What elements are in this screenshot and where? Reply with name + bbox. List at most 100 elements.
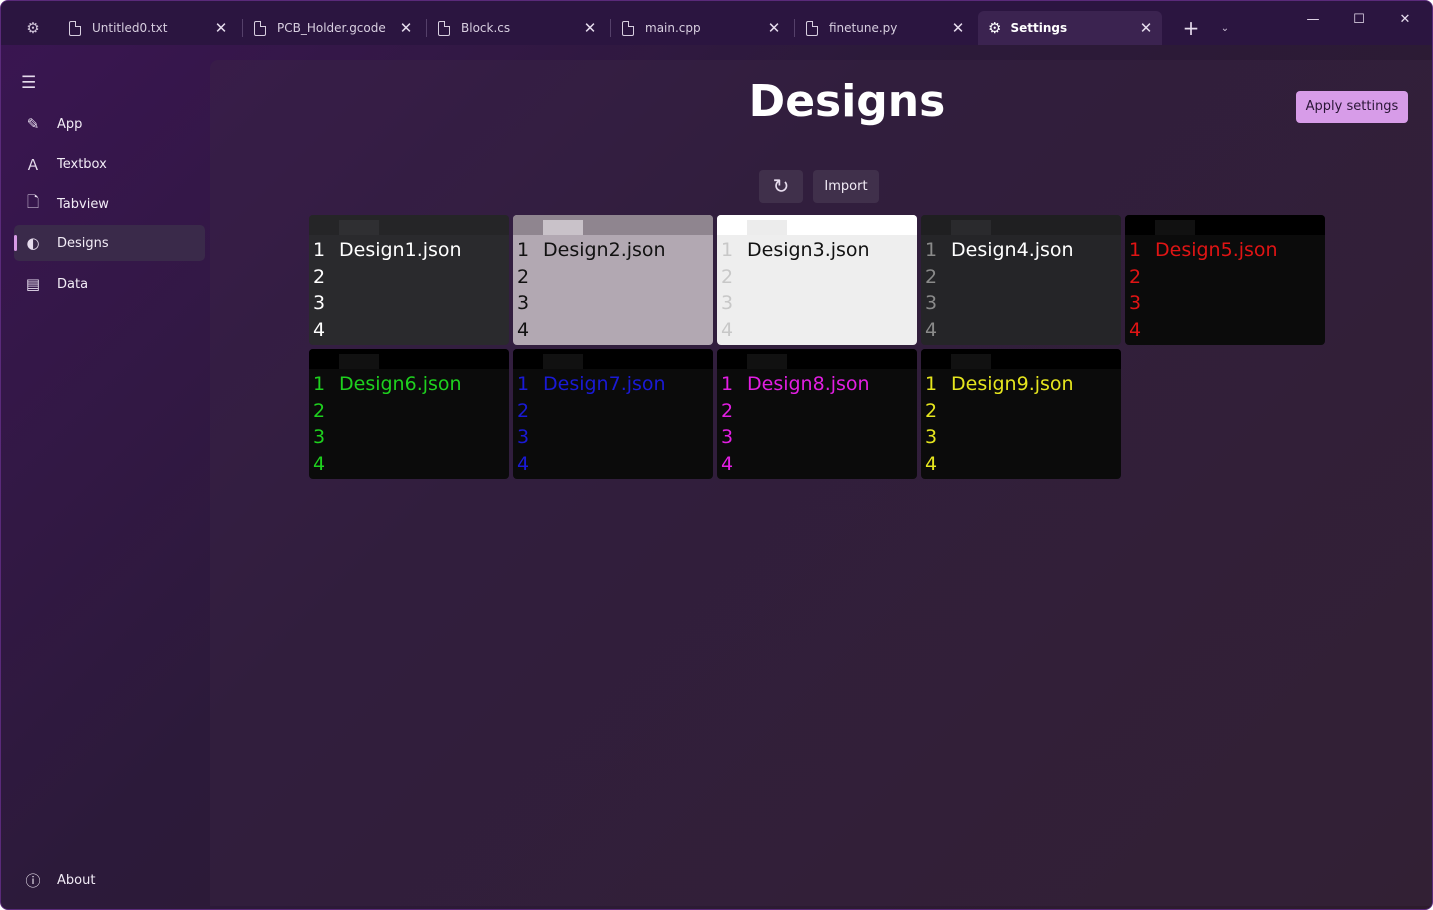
design-preview-tabbar (717, 349, 917, 369)
design-card[interactable]: 1 2 3 4 Design7.json (513, 349, 713, 479)
close-window-button[interactable]: ✕ (1390, 9, 1420, 31)
design-card[interactable]: 1 2 3 4 Design5.json (1125, 215, 1325, 345)
reset-icon[interactable]: ↻ (759, 170, 803, 203)
close-icon[interactable]: ✕ (211, 19, 231, 37)
design-preview-tab (747, 220, 787, 235)
design-card[interactable]: 1 2 3 4 Design6.json (309, 349, 509, 479)
line-numbers: 1 2 3 4 (517, 373, 530, 475)
design-preview-tab (339, 354, 379, 369)
palette-icon: ◐ (26, 234, 40, 252)
design-preview-tabbar (717, 215, 917, 235)
document-icon (438, 20, 450, 36)
sidebar-item-label: Textbox (57, 156, 107, 172)
line-numbers: 1 2 3 4 (925, 373, 938, 475)
apply-settings-button[interactable]: Apply settings (1296, 91, 1408, 123)
design-name: Design9.json (951, 373, 1074, 395)
design-card[interactable]: 1 2 3 4 Design8.json (717, 349, 917, 479)
sidebar-item-label: App (57, 116, 83, 132)
tab-block-cs[interactable]: Block.cs ✕ (426, 11, 606, 45)
settings-content: Designs Apply settings ↻ Import 1 2 3 4 D… (210, 60, 1432, 906)
document-icon (254, 20, 266, 36)
design-preview-tabbar (921, 215, 1121, 235)
sidebar-item-tabview[interactable]: 🗋 Tabview (14, 186, 205, 222)
import-button[interactable]: Import (813, 170, 879, 203)
hamburger-menu-icon[interactable]: ☰ (21, 73, 45, 93)
design-preview-tabbar (1125, 215, 1325, 235)
sidebar-item-app[interactable]: ✎ App (14, 106, 205, 142)
line-numbers: 1 2 3 4 (313, 239, 326, 341)
tab-pcb-holder[interactable]: PCB_Holder.gcode ✕ (242, 11, 422, 45)
tab-label: Block.cs (461, 21, 511, 35)
design-preview-tab (951, 220, 991, 235)
app-window: ⚙ Untitled0.txt ✕ PCB_Holder.gcode ✕ Blo… (0, 0, 1433, 910)
line-numbers: 1 2 3 4 (313, 373, 326, 475)
tab-label: finetune.py (829, 21, 898, 35)
design-preview-tab (339, 220, 379, 235)
document-icon (69, 20, 81, 36)
design-preview-tabbar (309, 215, 509, 235)
close-icon[interactable]: ✕ (764, 19, 784, 37)
close-icon[interactable]: ✕ (396, 19, 416, 37)
info-icon: ⓘ (25, 871, 41, 890)
sidebar: ☰ ✎ App Ａ Textbox 🗋 Tabview ◐ Designs ▤ … (1, 45, 210, 909)
design-card[interactable]: 1 2 3 4 Design2.json (513, 215, 713, 345)
add-tab-icon[interactable]: + (1179, 17, 1203, 41)
chevron-down-icon[interactable]: ⌄ (1215, 19, 1235, 39)
sidebar-item-textbox[interactable]: Ａ Textbox (14, 146, 205, 182)
tab-bar: ⚙ Untitled0.txt ✕ PCB_Holder.gcode ✕ Blo… (1, 1, 1432, 45)
design-card[interactable]: 1 2 3 4 Design1.json (309, 215, 509, 345)
tab-label: Untitled0.txt (92, 21, 168, 35)
design-preview-tab (543, 220, 583, 235)
line-numbers: 1 2 3 4 (517, 239, 530, 341)
line-numbers: 1 2 3 4 (721, 373, 734, 475)
design-name: Design7.json (543, 373, 666, 395)
design-card[interactable]: 1 2 3 4 Design3.json (717, 215, 917, 345)
design-name: Design5.json (1155, 239, 1278, 261)
sidebar-item-about[interactable]: ⓘ About (14, 863, 205, 897)
page-title: Designs (748, 76, 946, 127)
gear-icon: ⚙ (988, 19, 1002, 37)
design-name: Design8.json (747, 373, 870, 395)
document-icon (622, 20, 634, 36)
tab-label: PCB_Holder.gcode (277, 21, 386, 35)
close-icon[interactable]: ✕ (580, 19, 600, 37)
font-size-icon: Ａ (25, 155, 41, 174)
document-icon (806, 20, 818, 36)
tab-finetune-py[interactable]: finetune.py ✕ (794, 11, 974, 45)
tab-label: main.cpp (645, 21, 701, 35)
design-preview-tab (543, 354, 583, 369)
design-card[interactable]: 1 2 3 4 Design4.json (921, 215, 1121, 345)
design-preview-tab (1155, 220, 1195, 235)
tab-label: Settings (1010, 21, 1068, 35)
minimize-button[interactable]: — (1298, 9, 1328, 31)
design-preview-tab (951, 354, 991, 369)
line-numbers: 1 2 3 4 (721, 239, 734, 341)
design-name: Design2.json (543, 239, 666, 261)
design-name: Design4.json (951, 239, 1074, 261)
design-preview-tab (747, 354, 787, 369)
data-icon: ▤ (25, 275, 41, 293)
tab-untitled0[interactable]: Untitled0.txt ✕ (57, 11, 237, 45)
close-icon[interactable]: ✕ (948, 19, 968, 37)
tab-main-cpp[interactable]: main.cpp ✕ (610, 11, 790, 45)
design-preview-tabbar (513, 349, 713, 369)
design-card[interactable]: 1 2 3 4 Design9.json (921, 349, 1121, 479)
design-preview-tabbar (921, 349, 1121, 369)
close-icon[interactable]: ✕ (1136, 19, 1156, 37)
maximize-button[interactable]: ☐ (1344, 9, 1374, 31)
design-name: Design6.json (339, 373, 462, 395)
sidebar-item-label: About (57, 872, 96, 888)
tab-settings[interactable]: ⚙ Settings ✕ (978, 11, 1162, 45)
design-preview-tabbar (309, 349, 509, 369)
sidebar-item-label: Designs (57, 235, 109, 251)
line-numbers: 1 2 3 4 (925, 239, 938, 341)
design-name: Design3.json (747, 239, 870, 261)
sidebar-item-designs[interactable]: ◐ Designs (14, 225, 205, 261)
design-name: Design1.json (339, 239, 462, 261)
sidebar-item-label: Tabview (57, 196, 109, 212)
sidebar-item-data[interactable]: ▤ Data (14, 266, 205, 302)
line-numbers: 1 2 3 4 (1129, 239, 1142, 341)
app-settings-icon[interactable]: ⚙ (23, 18, 43, 38)
sidebar-item-label: Data (57, 276, 89, 292)
pencil-icon: ✎ (26, 115, 40, 133)
